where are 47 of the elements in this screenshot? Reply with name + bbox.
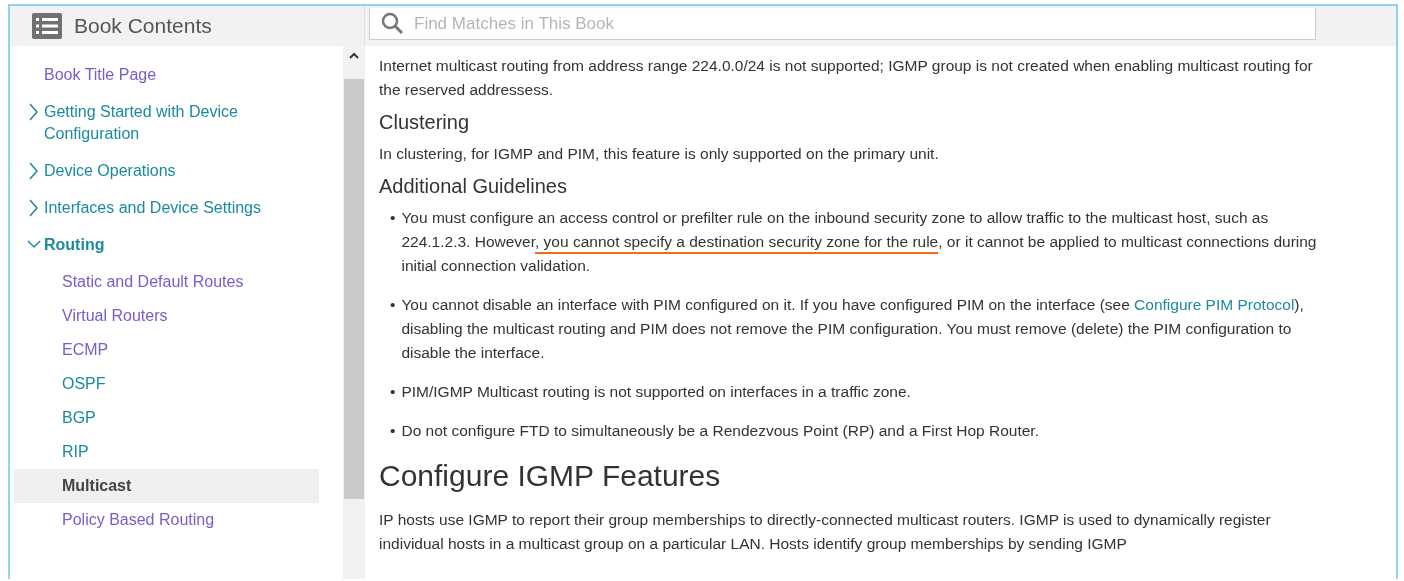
panel-title: Book Contents — [74, 14, 212, 38]
nav-row[interactable]: Static and Default Routes — [14, 265, 319, 299]
nav-item[interactable]: BGP — [62, 407, 96, 429]
scroll-up-icon[interactable] — [349, 52, 359, 59]
section-heading: Clustering — [379, 110, 471, 134]
nav-row[interactable]: RIP — [14, 435, 319, 469]
search-icon — [381, 12, 403, 34]
bullet-text: You must configure an access control or prefilter rule on the inbound security zone to allow traffic to the multicast host, such as 224.1.2.3. However, you cannot specify a destination security zone for the rule, or it cannot be applied to multicast connections during initial connection validation. — [401, 208, 1318, 276]
paragraph: Internet multicast routing from address range 224.0.0/24 is not supported; IGMP group is not created when enabling multicast routing for the reserved addressess. — [379, 56, 1314, 100]
bullet-text: You cannot disable an interface with PIM configured on it. If you have configured PIM on the interface (see Configure PIM Protocol), disabling the multicast routing and PIM does not remove the PIM configuration. You must remove (delete) the PIM configuration to disable the interface. — [401, 295, 1305, 363]
nav-item[interactable]: Static and Default Routes — [62, 271, 244, 293]
paragraph: IP hosts use IGMP to report their group memberships to directly-connected multicast routers. IGMP is used to dynamically register individual hosts in a multicast group on a particular LAN. Hosts identify group memberships by sending IGMP — [379, 510, 1272, 554]
nav-row[interactable]: Device Operations — [14, 154, 319, 188]
nav-item[interactable]: Virtual Routers — [62, 305, 168, 327]
nav-row[interactable]: Getting Started with Device Configuration — [14, 95, 319, 151]
nav-item[interactable]: Book Title Page — [44, 64, 157, 86]
nav-item[interactable]: Interfaces and Device Settings — [44, 197, 261, 219]
nav-row[interactable]: Routing — [14, 228, 319, 262]
nav-item[interactable]: Device Operations — [44, 160, 176, 182]
bullet-marker: • — [390, 382, 396, 402]
bullet-marker: • — [390, 295, 396, 315]
nav-item[interactable]: ECMP — [62, 339, 109, 361]
nav-item[interactable]: Multicast — [62, 475, 132, 497]
search-field[interactable]: Find Matches in This Book — [369, 8, 1316, 40]
nav-item[interactable]: Policy Based Routing — [62, 509, 215, 531]
selected-nav-row[interactable]: Multicast — [14, 469, 319, 503]
nav-row[interactable]: BGP — [14, 401, 319, 435]
paragraph: In clustering, for IGMP and PIM, this feature is only supported on the primary unit. — [379, 144, 940, 164]
bullet-marker: • — [390, 208, 396, 228]
nav-row[interactable]: Book Title Page — [14, 58, 319, 92]
nav-row[interactable]: ECMP — [14, 333, 319, 367]
nav-row[interactable]: OSPF — [14, 367, 319, 401]
bullet-text: PIM/IGMP Multicast routing is not supported on interfaces in a traffic zone. — [401, 382, 911, 402]
nav-item[interactable]: Routing — [44, 234, 105, 256]
bullet-text: Do not configure FTD to simultaneously be a Rendezvous Point (RP) and a First Hop Router. — [401, 421, 1039, 441]
list-icon[interactable] — [32, 13, 62, 39]
nav-item[interactable]: RIP — [62, 441, 89, 463]
doc-link[interactable]: Configure PIM Protocol — [1134, 296, 1295, 313]
bullet-marker: • — [390, 421, 396, 441]
section-heading: Additional Guidelines — [379, 174, 568, 198]
nav-row[interactable]: Interfaces and Device Settings — [14, 191, 319, 225]
nav-row[interactable]: Virtual Routers — [14, 299, 319, 333]
scrollbar[interactable] — [343, 46, 365, 579]
nav-row[interactable]: Policy Based Routing — [14, 503, 319, 537]
page-heading: Configure IGMP Features — [379, 458, 722, 494]
nav-item[interactable]: OSPF — [62, 373, 106, 395]
nav-item[interactable]: Getting Started with Device Configuration — [44, 101, 319, 145]
